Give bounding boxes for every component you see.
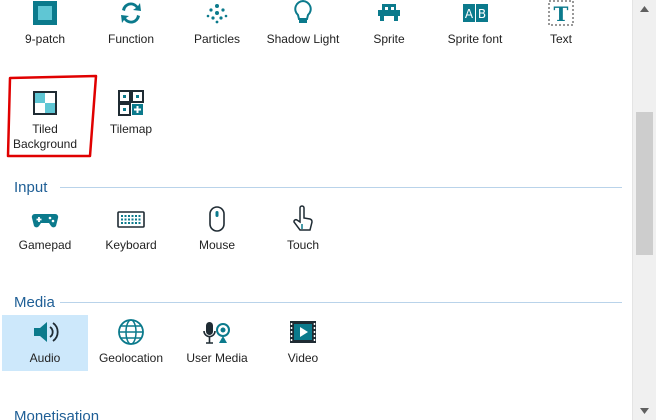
item-label: Video <box>287 351 319 365</box>
item-label: Text <box>549 32 572 46</box>
item-label: Touch <box>286 238 320 252</box>
keyboard-icon <box>117 211 145 228</box>
object-item-shadow-light[interactable]: Shadow Light <box>260 0 346 72</box>
object-item-particles[interactable]: Particles <box>174 0 260 72</box>
chevron-down-icon <box>640 408 649 414</box>
nine-patch-icon <box>33 1 57 25</box>
item-label: Sprite <box>373 32 405 46</box>
sprite-icon <box>378 4 400 21</box>
item-label: Particles <box>193 32 240 46</box>
scroll-down-button[interactable] <box>633 402 656 420</box>
sprite-font-icon: A B <box>463 4 488 22</box>
particles-icon <box>206 4 228 24</box>
item-label: Keyboard <box>105 238 157 252</box>
object-item-user-media[interactable]: User Media <box>174 315 260 395</box>
shadow-light-icon <box>294 0 312 23</box>
video-icon <box>290 321 316 343</box>
object-item-video[interactable]: Video <box>260 315 346 395</box>
user-media-icon <box>203 322 230 344</box>
section-divider <box>60 187 622 188</box>
object-type-list: 9-patch Function Particles Shadow Light <box>0 0 632 420</box>
section-title-input: Input <box>14 179 48 196</box>
chevron-up-icon <box>640 6 649 12</box>
item-label: User Media <box>186 351 248 365</box>
function-icon <box>121 2 141 24</box>
svg-text:B: B <box>478 7 486 21</box>
object-item-text[interactable]: T Text <box>518 0 604 72</box>
object-item-tilemap[interactable]: Tilemap <box>88 82 174 162</box>
scrollbar-thumb[interactable] <box>636 112 653 255</box>
item-label: Mouse <box>198 238 236 252</box>
svg-text:T: T <box>554 2 569 26</box>
section-divider <box>60 302 622 303</box>
tilemap-icon <box>118 90 144 116</box>
object-item-geolocation[interactable]: Geolocation <box>88 315 174 395</box>
object-item-function[interactable]: Function <box>88 0 174 72</box>
object-item-tiled-background[interactable]: Tiled Background <box>2 82 88 162</box>
object-item-sprite-font[interactable]: A B Sprite font <box>432 0 518 72</box>
item-label: Sprite font <box>447 32 503 46</box>
vertical-scrollbar[interactable] <box>632 0 656 420</box>
text-icon: T <box>548 0 574 26</box>
object-item-sprite[interactable]: Sprite <box>346 0 432 72</box>
item-label: Geolocation <box>98 351 164 365</box>
scroll-up-button[interactable] <box>633 0 656 18</box>
mouse-icon <box>209 206 225 232</box>
item-label: 9-patch <box>24 32 66 46</box>
object-item-9-patch[interactable]: 9-patch <box>2 0 88 72</box>
section-title-media: Media <box>14 294 55 311</box>
object-item-audio[interactable]: Audio <box>2 315 88 371</box>
item-label: Function <box>107 32 155 46</box>
section-title-monetisation: Monetisation <box>14 408 100 420</box>
object-item-touch[interactable]: Touch <box>260 198 346 278</box>
item-label: Audio <box>29 351 61 365</box>
object-item-mouse[interactable]: Mouse <box>174 198 260 278</box>
item-label: Gamepad <box>18 238 72 252</box>
audio-icon <box>34 322 59 342</box>
item-label: Tilemap <box>109 122 153 136</box>
object-item-keyboard[interactable]: Keyboard <box>88 198 174 278</box>
svg-text:A: A <box>465 7 474 21</box>
touch-icon <box>293 205 313 231</box>
item-label: Shadow Light <box>266 32 340 46</box>
item-label: Tiled Background <box>12 122 78 151</box>
tiled-background-icon <box>33 91 57 115</box>
geolocation-icon <box>118 319 144 345</box>
object-item-gamepad[interactable]: Gamepad <box>2 198 88 278</box>
gamepad-icon <box>31 213 59 228</box>
